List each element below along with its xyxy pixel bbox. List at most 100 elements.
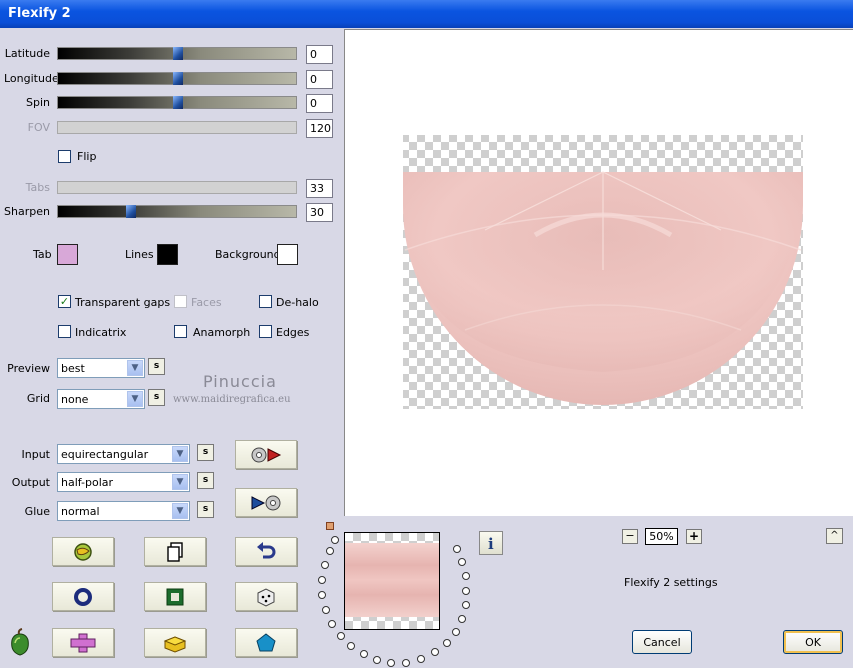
ring-button[interactable] — [52, 582, 114, 611]
latitude-input[interactable]: 0 — [306, 45, 333, 64]
navigator-dot[interactable] — [462, 601, 470, 609]
navigator-dot[interactable] — [360, 650, 368, 658]
preview-select[interactable]: best ▼ — [57, 358, 145, 378]
ring-icon — [74, 587, 92, 606]
edges-checkbox[interactable] — [259, 325, 272, 338]
longitude-label: Longitude — [4, 72, 59, 85]
info-button[interactable]: i — [479, 531, 503, 555]
brick-icon — [163, 635, 187, 653]
collapse-button[interactable]: ^ — [826, 528, 843, 544]
navigator-dot[interactable] — [458, 615, 466, 623]
navigator-thumbnail[interactable] — [344, 532, 440, 630]
latitude-slider-thumb[interactable] — [173, 47, 183, 60]
tabs-label: Tabs — [25, 181, 50, 194]
navigator-dot[interactable] — [321, 561, 329, 569]
fov-input[interactable]: 120 — [306, 119, 333, 138]
navigator-dot[interactable] — [318, 591, 326, 599]
copy-icon — [167, 541, 183, 562]
de-halo-checkbox[interactable] — [259, 295, 272, 308]
background-color-swatch[interactable] — [277, 244, 298, 265]
randomize-button[interactable] — [52, 537, 114, 566]
navigator-dot[interactable] — [458, 558, 466, 566]
navigator-dot[interactable] — [417, 655, 425, 663]
sharpen-slider-thumb[interactable] — [126, 205, 136, 218]
zoom-in-button[interactable]: + — [686, 529, 702, 544]
output-s-button[interactable]: s — [197, 472, 214, 489]
preview-label: Preview — [7, 362, 50, 375]
cross-button[interactable] — [52, 628, 114, 657]
navigator-dot[interactable] — [331, 536, 339, 544]
load-input-button[interactable] — [235, 440, 297, 469]
save-output-button[interactable] — [235, 488, 297, 517]
navigator-dot[interactable] — [322, 606, 330, 614]
sharpen-input[interactable]: 30 — [306, 203, 333, 222]
indicatrix-label: Indicatrix — [75, 326, 127, 339]
input-label: Input — [21, 448, 50, 461]
output-select[interactable]: half-polar ▼ — [57, 472, 190, 492]
longitude-input[interactable]: 0 — [306, 70, 333, 89]
navigator-dot[interactable] — [387, 659, 395, 667]
navigator-dot[interactable] — [462, 572, 470, 580]
preview-canvas[interactable] — [344, 29, 853, 516]
title-bar: Flexify 2 — [0, 0, 853, 28]
longitude-slider[interactable] — [57, 72, 297, 85]
spin-slider-thumb[interactable] — [173, 96, 183, 109]
navigator-dot[interactable] — [373, 656, 381, 664]
de-halo-label: De-halo — [276, 296, 319, 309]
flip-checkbox[interactable] — [58, 150, 71, 163]
lines-color-swatch[interactable] — [157, 244, 178, 265]
transparent-gaps-checkbox[interactable]: ✓ — [58, 295, 71, 308]
chevron-down-icon[interactable]: ▼ — [127, 391, 143, 407]
navigator-dot[interactable] — [402, 659, 410, 667]
chevron-down-icon[interactable]: ▼ — [172, 474, 188, 490]
navigator-dot[interactable] — [431, 648, 439, 656]
latitude-slider[interactable] — [57, 47, 297, 60]
navigator-dot[interactable] — [326, 547, 334, 555]
preview-s-button[interactable]: s — [148, 358, 165, 375]
undo-button[interactable] — [235, 537, 297, 566]
navigator-dot[interactable] — [347, 642, 355, 650]
chevron-down-icon[interactable]: ▼ — [172, 503, 188, 519]
grid-select[interactable]: none ▼ — [57, 389, 145, 409]
navigator-dot[interactable] — [443, 639, 451, 647]
indicatrix-checkbox[interactable] — [58, 325, 71, 338]
navigator-dot[interactable] — [318, 576, 326, 584]
sharpen-slider[interactable] — [57, 205, 297, 218]
flaming-pear-logo-icon — [11, 628, 29, 656]
navigator-dot[interactable] — [328, 620, 336, 628]
frame-button[interactable] — [144, 582, 206, 611]
glue-s-button[interactable]: s — [197, 501, 214, 518]
tab-color-label: Tab — [33, 248, 52, 261]
grid-s-button[interactable]: s — [148, 389, 165, 406]
dice-button[interactable] — [235, 582, 297, 611]
glue-select[interactable]: normal ▼ — [57, 501, 190, 521]
cancel-button[interactable]: Cancel — [632, 630, 692, 654]
tabs-input[interactable]: 33 — [306, 179, 333, 198]
brick-button[interactable] — [144, 628, 206, 657]
ok-button[interactable]: OK — [783, 630, 843, 654]
longitude-slider-thumb[interactable] — [173, 72, 183, 85]
arrow-disc-icon — [251, 495, 281, 510]
spin-slider[interactable] — [57, 96, 297, 109]
chevron-down-icon[interactable]: ▼ — [127, 360, 143, 376]
spin-input[interactable]: 0 — [306, 94, 333, 113]
navigator-dot[interactable] — [337, 632, 345, 640]
sharpen-label: Sharpen — [4, 205, 50, 218]
pentagon-button[interactable] — [235, 628, 297, 657]
navigator-dot[interactable] — [462, 587, 470, 595]
input-s-button[interactable]: s — [197, 444, 214, 461]
watermark-site: www.maidiregrafica.eu — [173, 394, 291, 405]
navigator-dot[interactable] — [453, 545, 461, 553]
navigator-handle[interactable] — [326, 522, 334, 530]
chevron-down-icon[interactable]: ▼ — [172, 446, 188, 462]
faces-checkbox — [174, 295, 187, 308]
latitude-label: Latitude — [4, 47, 50, 60]
input-select[interactable]: equirectangular ▼ — [57, 444, 190, 464]
navigator-dot[interactable] — [452, 628, 460, 636]
grid-select-value: none — [61, 393, 89, 406]
copy-button[interactable] — [144, 537, 206, 566]
anamorph-checkbox[interactable] — [174, 325, 187, 338]
tab-color-swatch[interactable] — [57, 244, 78, 265]
zoom-out-button[interactable]: − — [622, 529, 638, 544]
fov-slider — [57, 121, 297, 134]
